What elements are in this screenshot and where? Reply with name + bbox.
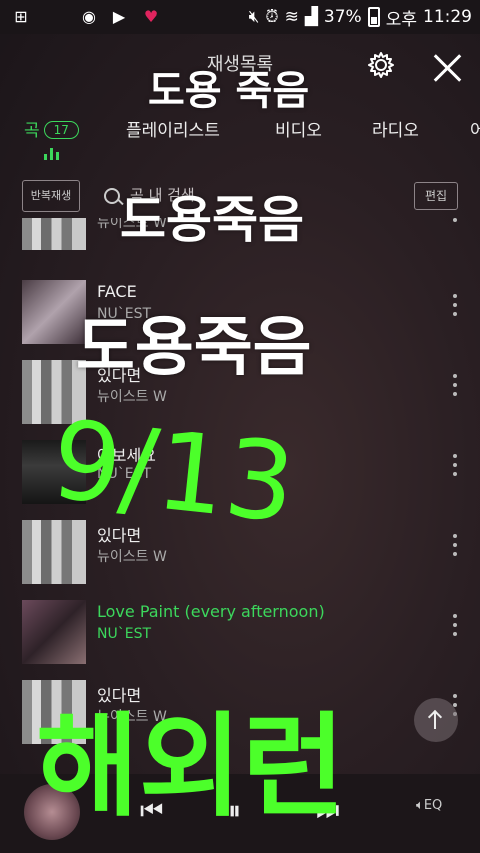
add-icon: ⊞ (14, 7, 28, 26)
song-title: Love Paint (every afternoon) (97, 602, 325, 621)
song-title: 있다면 (97, 526, 142, 545)
mini-player: ⏮ ⏸ ⏭ 🔈︎EQ (0, 774, 480, 853)
mute-icon: 🔇︎ (248, 7, 260, 27)
ampm-text: 오후 (385, 9, 417, 30)
gear-icon (368, 52, 394, 78)
repeat-button[interactable]: 반복재생 (22, 180, 80, 212)
next-icon[interactable]: ⏭ (316, 796, 339, 827)
album-thumbnail (22, 600, 86, 664)
list-toolbar: 반복재생 곡 내 검색 편집 (0, 180, 480, 216)
tab-label: 곡 (24, 121, 40, 141)
more-options-icon[interactable] (452, 374, 458, 398)
status-bar: ⊞ ◉ ▶ ♥ 🔇︎ ⏰︎ ≋ ▟ 37% 오후 11:29 (0, 0, 480, 34)
pause-icon[interactable]: ⏸ (228, 796, 241, 827)
list-item[interactable]: FACE NU`EST (0, 272, 480, 352)
search-input[interactable]: 곡 내 검색 (130, 184, 195, 205)
more-options-icon[interactable] (452, 614, 458, 638)
song-list: 뉴이스트 W FACE NU`EST 있다면 뉴이스트 W 여보세요 NU`ES… (0, 218, 480, 778)
song-artist: 뉴이스트 W (97, 709, 167, 725)
signal-icon: ▟ (304, 7, 318, 27)
battery-icon (367, 7, 380, 27)
previous-icon[interactable]: ⏮ (140, 796, 163, 827)
clock-time: 11:29 (423, 7, 472, 27)
eq-button[interactable]: 🔈︎EQ (416, 798, 442, 813)
battery-percent: 37% (323, 7, 362, 27)
now-playing-album-art[interactable] (24, 784, 80, 840)
alarm-icon: ⏰︎ (265, 7, 279, 27)
tab-bar: 곡 17 플레이리스트 비디오 라디오 어 (0, 112, 480, 152)
music-icon: ◉ (82, 7, 96, 26)
list-item[interactable]: 있다면 뉴이스트 W (0, 672, 480, 752)
song-title: 있다면 (97, 366, 142, 385)
list-item-playing[interactable]: Love Paint (every afternoon) NU`EST (0, 592, 480, 672)
edit-button[interactable]: 편집 (414, 182, 458, 210)
song-count-badge: 17 (43, 121, 79, 139)
more-options-icon[interactable] (452, 218, 458, 224)
scroll-to-top-button[interactable] (414, 698, 458, 742)
close-button[interactable] (432, 52, 464, 84)
tab-playlists[interactable]: 플레이리스트 (126, 116, 220, 141)
list-item[interactable]: 여보세요 NU`EST (0, 432, 480, 512)
song-title: FACE (97, 282, 137, 301)
eq-label: EQ (423, 798, 443, 813)
song-artist: NU`EST (97, 306, 152, 322)
album-thumbnail (22, 440, 86, 504)
wifi-icon: ≋ (284, 7, 299, 27)
more-options-icon[interactable] (452, 454, 458, 478)
album-thumbnail (22, 218, 86, 250)
playing-indicator-icon (44, 148, 62, 160)
song-title: 여보세요 (97, 446, 156, 465)
list-item[interactable]: 있다면 뉴이스트 W (0, 512, 480, 592)
list-item[interactable]: 뉴이스트 W (0, 218, 480, 258)
tab-radio[interactable]: 라디오 (372, 116, 419, 141)
search-icon[interactable] (104, 188, 120, 204)
album-thumbnail (22, 520, 86, 584)
song-artist: 뉴이스트 W (97, 389, 167, 405)
album-thumbnail (22, 280, 86, 344)
page-title: 재생목록 (206, 54, 274, 75)
settings-button[interactable] (366, 50, 396, 80)
tab-songs[interactable]: 곡 17 (24, 116, 79, 141)
list-item[interactable]: 있다면 뉴이스트 W (0, 352, 480, 432)
song-title: 있다면 (97, 686, 142, 705)
song-artist: NU`EST (97, 626, 152, 642)
more-options-icon[interactable] (452, 294, 458, 318)
song-artist: 뉴이스트 W (97, 218, 167, 231)
play-icon: ▶ (112, 7, 126, 26)
song-artist: NU`EST (97, 466, 152, 482)
tab-more[interactable]: 어 (470, 116, 480, 141)
heart-icon: ♥ (143, 7, 159, 26)
album-thumbnail (22, 360, 86, 424)
album-thumbnail (22, 680, 86, 744)
song-artist: 뉴이스트 W (97, 549, 167, 565)
tab-videos[interactable]: 비디오 (275, 116, 322, 141)
more-options-icon[interactable] (452, 534, 458, 558)
